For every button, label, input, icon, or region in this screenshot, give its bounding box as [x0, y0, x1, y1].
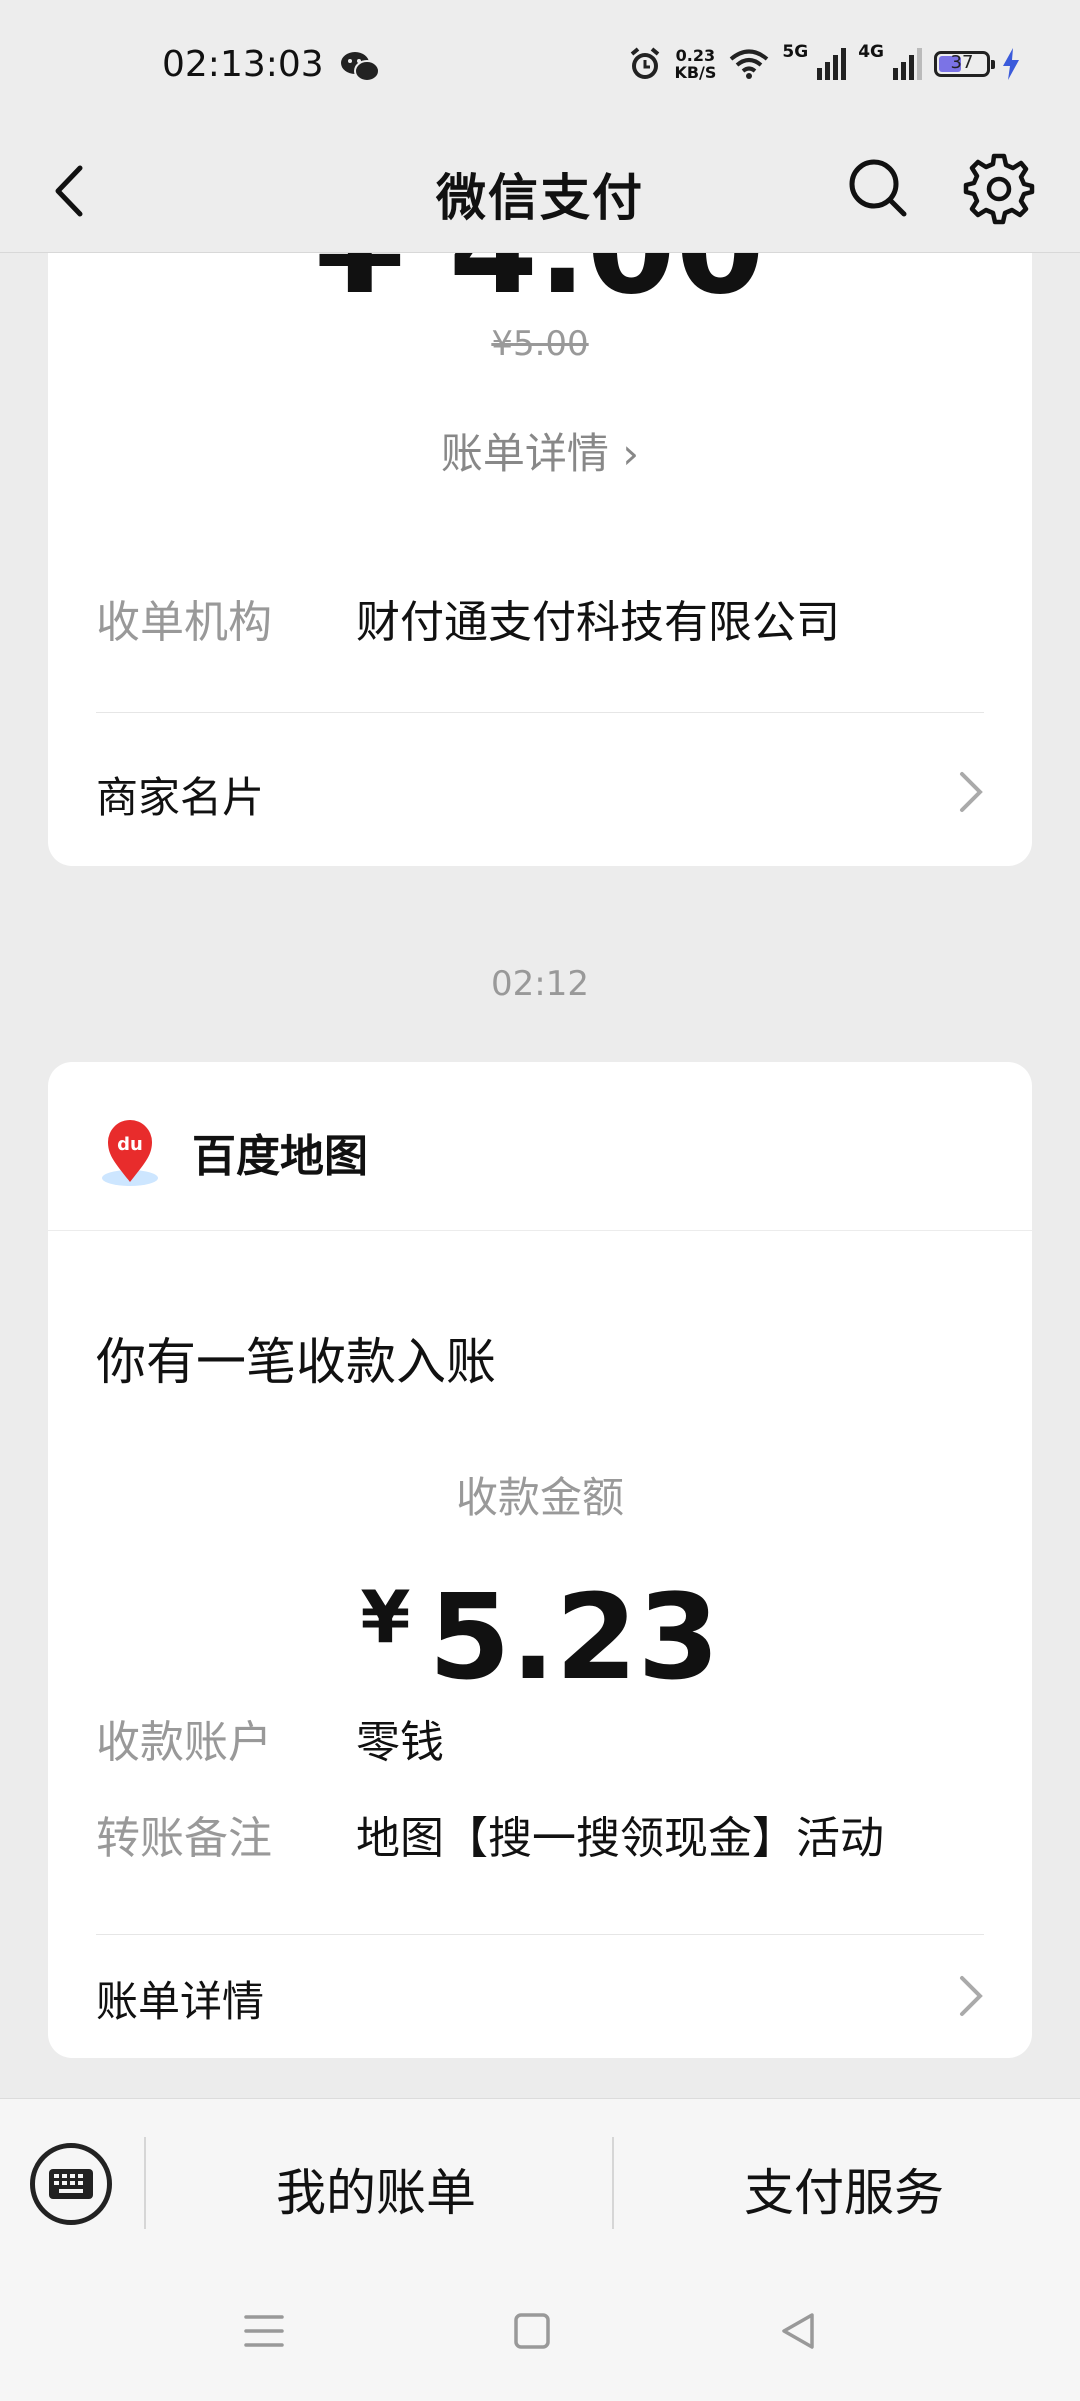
menu-nav-icon[interactable] [242, 2309, 286, 2353]
currency-symbol: ¥ [360, 1575, 411, 1659]
status-icons: 0.23 KB/S 5G 4G 37 [628, 42, 1020, 82]
amount-value: 5.23 [428, 1568, 720, 1706]
nav-bar: 微信支付 [0, 132, 1080, 253]
status-bar: 02:13:03 0.23 KB/S 5G 4G 37 [0, 0, 1080, 132]
battery-level: 37 [950, 52, 974, 73]
payment-received-card[interactable]: du 百度地图 你有一笔收款入账 收款金额 ¥5.23 收款账户 零钱 转账备注… [48, 1062, 1032, 2058]
bottom-menu-bar: 我的账单 支付服务 [0, 2098, 1080, 2401]
sender-app-name: 百度地图 [192, 1131, 368, 1182]
bill-detail-row[interactable]: 账单详情 [48, 1936, 1032, 2058]
status-time: 02:13:03 [162, 44, 324, 85]
chevron-right-icon [960, 772, 983, 812]
my-bills-button[interactable]: 我的账单 [146, 2153, 606, 2225]
divider [96, 1934, 984, 1935]
received-amount: ¥5.23 [48, 1552, 1032, 1702]
amount-label: 收款金额 [455, 1473, 624, 1522]
acquirer-value: 财付通支付科技有限公司 [356, 597, 840, 648]
network-speed: 0.23 KB/S [674, 47, 716, 81]
remark-value: 地图【搜一搜领现金】活动 [356, 1813, 884, 1864]
divider [96, 712, 984, 713]
bill-detail-label: 账单详情 [96, 1977, 265, 2026]
wifi-icon [730, 49, 769, 79]
page-title: 微信支付 [436, 169, 644, 227]
original-price: ¥5.00 [491, 324, 589, 364]
merchant-card-label: 商家名片 [96, 773, 265, 822]
card-header: du 百度地图 [48, 1062, 1032, 1231]
notice-text: 你有一笔收款入账 [96, 1333, 496, 1391]
chevron-right-icon [960, 1976, 983, 2016]
gear-icon[interactable] [958, 148, 1038, 228]
search-icon[interactable] [840, 150, 916, 226]
signal-4g-label: 4G [858, 42, 884, 62]
logo-text: du [117, 1134, 143, 1155]
pay-services-button[interactable]: 支付服务 [614, 2153, 1074, 2225]
acquirer-label: 收单机构 [96, 597, 272, 648]
message-timestamp: 02:12 [491, 964, 589, 1004]
wechat-notification-icon [341, 52, 380, 82]
remark-label: 转账备注 [96, 1813, 272, 1864]
signal-5g-icon [817, 48, 847, 80]
account-value: 零钱 [356, 1717, 444, 1768]
back-nav-icon[interactable] [776, 2309, 820, 2353]
account-label: 收款账户 [96, 1717, 272, 1768]
previous-amount-clip: ¥ 4.00 [48, 252, 1032, 312]
signal-4g-icon [893, 48, 922, 80]
merchant-card-row[interactable]: 商家名片 [48, 740, 1032, 850]
baidu-map-logo-icon: du [102, 1120, 158, 1186]
charging-icon [1003, 48, 1019, 80]
signal-5g-label: 5G [782, 42, 809, 62]
speed-value: 0.23 [675, 46, 716, 65]
bill-detail-link[interactable]: 账单详情 › [0, 420, 1080, 481]
keyboard-icon [49, 2169, 93, 2199]
previous-amount: ¥ 4.00 [48, 252, 1032, 312]
alarm-icon [631, 47, 660, 79]
speed-unit: KB/S [674, 63, 717, 82]
battery-icon: 37 [934, 51, 995, 77]
keyboard-toggle-button[interactable] [30, 2143, 112, 2225]
home-nav-icon[interactable] [510, 2309, 554, 2353]
